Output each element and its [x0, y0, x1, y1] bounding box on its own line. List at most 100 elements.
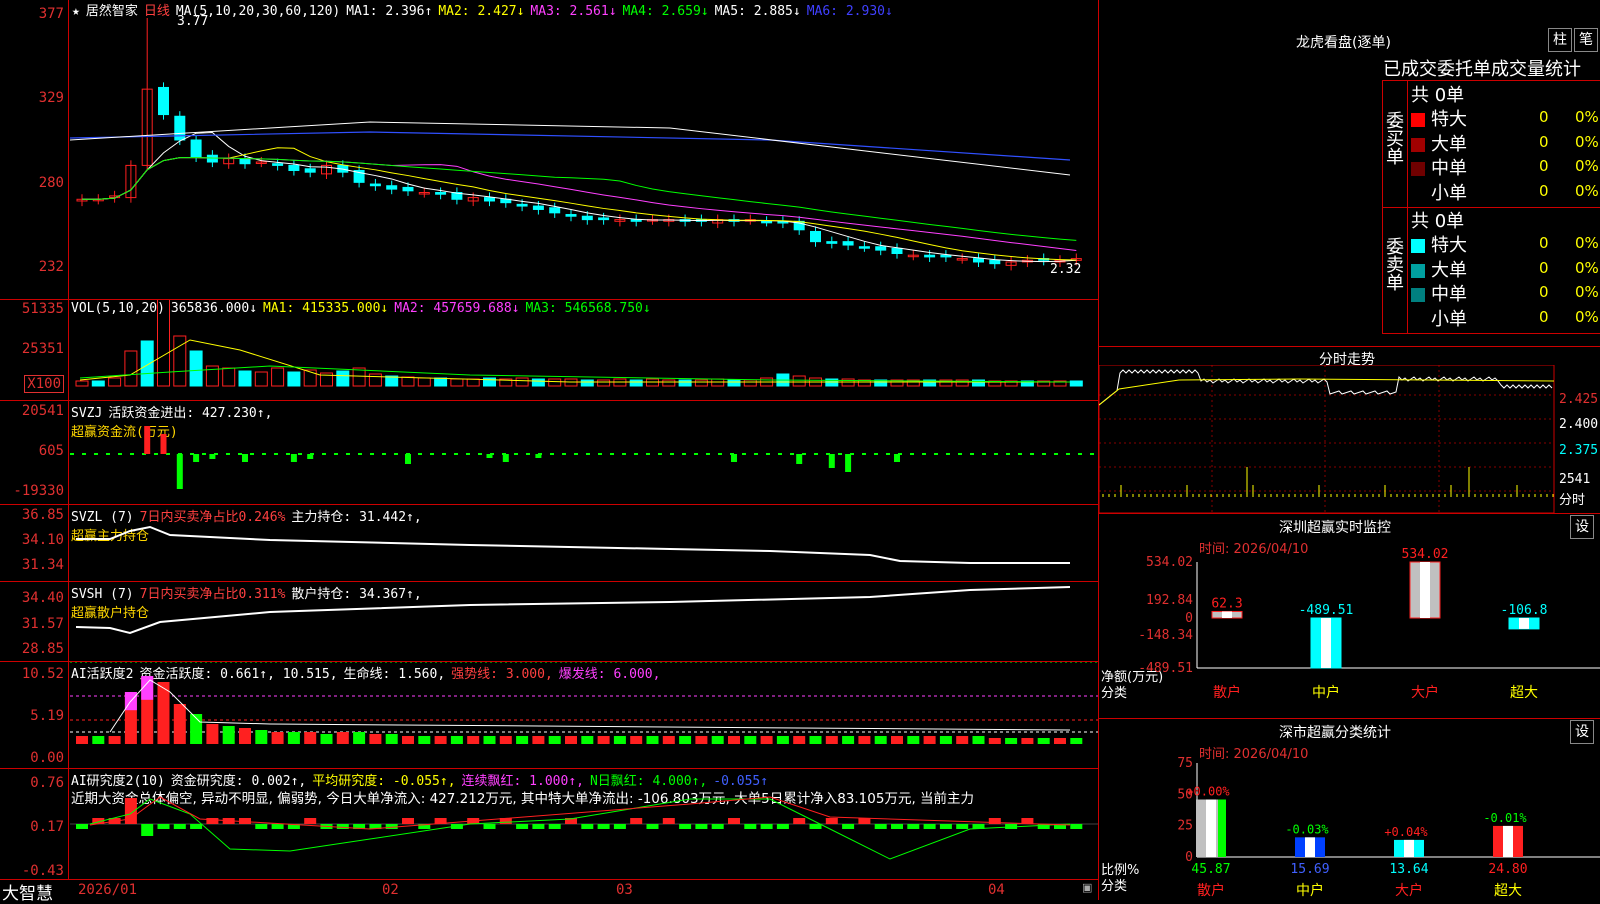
volume-bar — [694, 379, 708, 387]
y-tick: -0.43 — [21, 863, 64, 879]
ai1-bar — [304, 732, 317, 744]
intraday-avg — [1099, 378, 1555, 406]
y-unit: X100 — [24, 375, 64, 393]
ai2-bar — [630, 818, 643, 824]
ai2-bar — [190, 824, 203, 829]
sz-category: 散户 — [1213, 684, 1241, 701]
sell-name: 中单 — [1431, 284, 1467, 305]
lock-icon[interactable]: ▣ — [1082, 881, 1092, 894]
ai1-bar — [157, 682, 170, 744]
ai-activity-panel[interactable]: 10.52 5.19 0.00 AI活跃度2 资金活跃度: 0.661↑, 10.… — [0, 662, 1098, 769]
ai2-bar — [548, 824, 561, 829]
x-tick: 2026/01 — [78, 882, 138, 898]
cls-category: 中户 — [1296, 882, 1324, 899]
ai1-bar — [809, 736, 822, 744]
ai-research-panel[interactable]: 0.76 0.17 -0.43 AI研究度2(10) 资金研究度: 0.002↑,… — [0, 769, 1098, 880]
volume-bar — [287, 371, 301, 387]
sz-bar-label: -489.51 — [1299, 603, 1354, 618]
ai2-bar — [1070, 824, 1083, 829]
kline-candle — [761, 220, 773, 224]
ma5-line — [70, 121, 1071, 176]
ai2-bar — [483, 824, 496, 829]
y-tick: 31.34 — [21, 557, 64, 573]
volume-bar — [515, 377, 529, 387]
cls-bar-highlight — [1503, 825, 1513, 857]
ai1-bar — [385, 734, 398, 744]
buy-name: 特大 — [1431, 109, 1467, 130]
ai1-bar — [776, 736, 789, 744]
ai2-bar — [956, 824, 969, 829]
sz-y-tick: 192.84 — [1146, 593, 1193, 608]
y-tick: 10.52 — [21, 666, 64, 682]
ai1-bar — [858, 736, 871, 744]
sz-chart: 534.02192.840-148.34-489.5162.3散户-489.51… — [1138, 547, 1600, 701]
svzl-panel[interactable]: 36.85 34.10 31.34 SVZL (7) 7日内买卖净占比0.246%… — [0, 505, 1098, 582]
sz-category: 中户 — [1312, 684, 1340, 701]
right-panel: 龙虎看盘(逐单) 柱 笔 已成交委托单成交量统计 委买单 共 0单 特大 0 0% 大… — [1099, 0, 1600, 900]
ai2-bar — [809, 824, 822, 829]
svzl-yaxis: 36.85 34.10 31.34 — [0, 505, 69, 581]
intraday-unit: 分时 — [1559, 493, 1586, 508]
sell-count: 0 — [1539, 258, 1549, 277]
cls-bar-edge — [1218, 799, 1226, 857]
ai1-bar — [711, 736, 724, 744]
kline-panel[interactable]: 377 329 280 232 ★ 居然智家 日线 MA(5,10,20,30,60,… — [0, 0, 1098, 300]
sell-row: 特大 0 0% — [1411, 231, 1600, 256]
svzj-bar — [894, 454, 900, 462]
cls-bar-value: 13.64 — [1389, 862, 1428, 877]
kline-candle — [875, 246, 887, 251]
kline-candle — [206, 154, 218, 163]
ai2-bar — [141, 824, 154, 836]
bar-mode-button[interactable]: 柱 — [1548, 28, 1572, 52]
svzj-bar — [796, 454, 803, 464]
volume-bar — [548, 378, 562, 387]
ai2-bar — [255, 824, 268, 829]
cls-category: 大户 — [1395, 882, 1423, 899]
volume-bar — [189, 350, 203, 387]
sell-count: 0 — [1539, 283, 1549, 301]
volume-bar — [1069, 380, 1083, 387]
buy-color-swatch — [1411, 186, 1425, 201]
volume-bar — [368, 373, 382, 387]
svsh-line — [75, 586, 1071, 635]
sz-bar-label: 62.3 — [1211, 596, 1242, 611]
ai1-bar — [434, 736, 447, 744]
svzj-bar — [845, 454, 852, 472]
ai2-yaxis: 0.76 0.17 -0.43 — [0, 769, 69, 879]
ai1-bar — [353, 732, 366, 744]
ai1-bar — [662, 736, 675, 744]
x-tick: 04 — [988, 882, 1005, 898]
svzl-line — [76, 525, 1070, 564]
buy-count: 0 — [1539, 157, 1549, 175]
ai2-bar — [402, 818, 414, 824]
svzj-bar — [307, 454, 314, 459]
ai1-bar — [516, 736, 529, 744]
svzj-bar — [486, 454, 493, 458]
y-tick: 31.57 — [21, 616, 64, 632]
pen-mode-button[interactable]: 笔 — [1574, 28, 1598, 52]
svzj-bar — [405, 454, 411, 464]
kline-candle — [272, 163, 284, 166]
volume-panel[interactable]: 51335 25351 X100 VOL(5,10,20) 365836.000↓… — [0, 300, 1098, 401]
order-stats-tabs[interactable]: 已成交委托单成交量统计 — [1383, 55, 1581, 81]
volume-bar — [743, 379, 757, 387]
vol-ma-line — [79, 339, 1070, 383]
volume-bar — [401, 376, 415, 387]
buy-name: 小单 — [1431, 182, 1467, 204]
ai1-bar — [483, 736, 496, 744]
kline-yaxis: 377 329 280 232 — [0, 0, 69, 299]
volume-bar — [450, 378, 464, 387]
y-tick: 377 — [38, 6, 64, 22]
ai2-bar — [679, 824, 692, 829]
svsh-panel[interactable]: 34.40 31.57 28.85 SVSH (7) 7日内买卖净占比0.311%… — [0, 582, 1098, 662]
ai1-bar — [842, 736, 855, 744]
ai1-bar — [1005, 738, 1018, 744]
sz-category: 大户 — [1411, 684, 1439, 701]
ai1-bar — [548, 736, 561, 744]
svzj-panel[interactable]: 20541 605 -19330 SVZJ 活跃资金进出: 427.230↑, 超… — [0, 401, 1098, 505]
brand-label: 大智慧 — [2, 884, 53, 904]
ai2-bar — [825, 818, 838, 824]
y-tick: 34.40 — [21, 590, 64, 606]
ai2-bar — [646, 824, 659, 829]
intraday-section[interactable]: 分时走势 2.425 2.400 2.375 2541 分时 — [1099, 346, 1600, 513]
